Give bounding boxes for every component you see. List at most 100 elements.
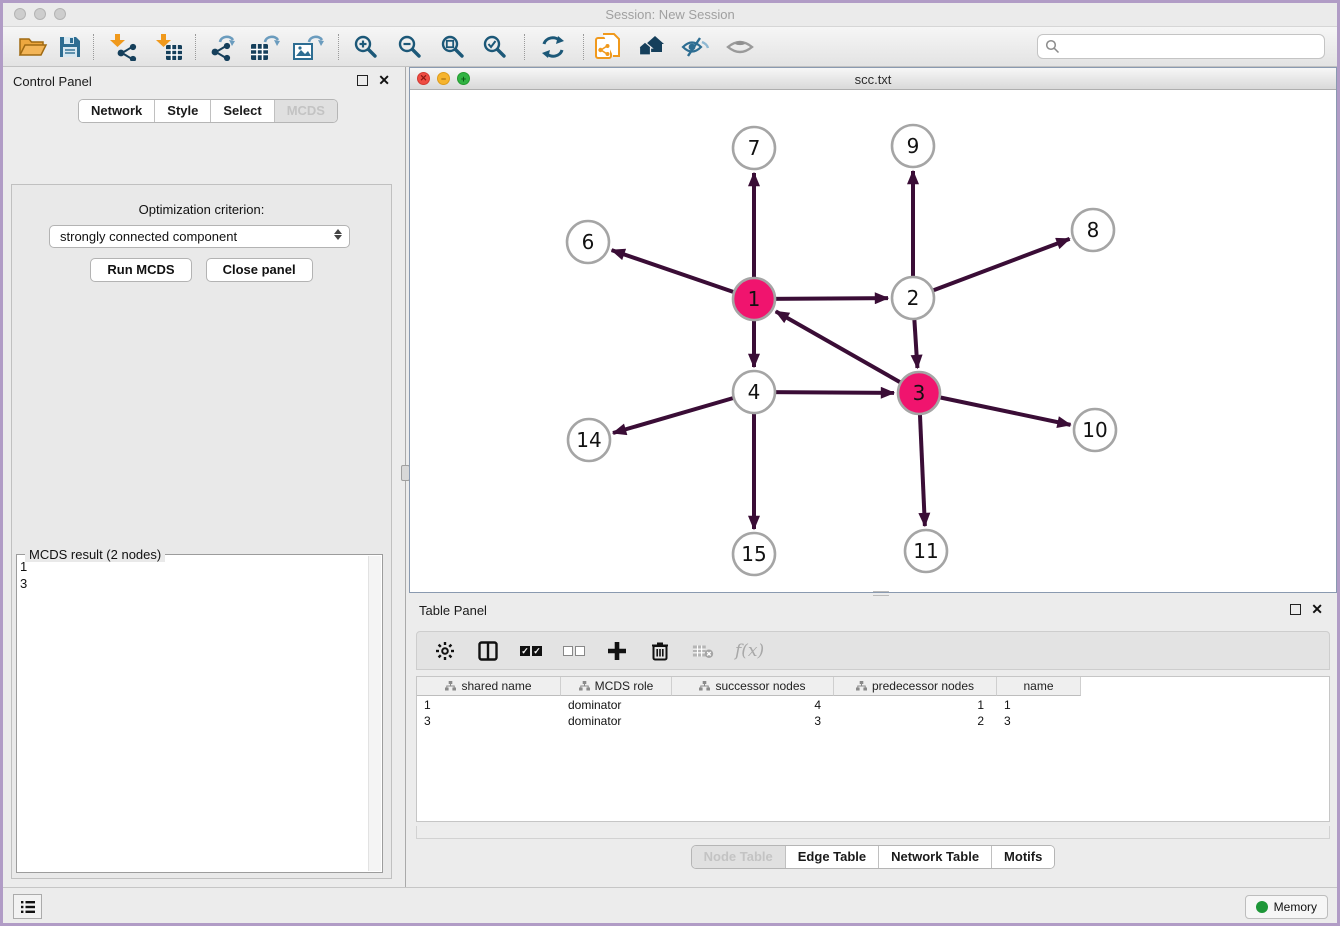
graph-edge-4-14[interactable] — [613, 397, 738, 433]
refresh-icon[interactable] — [536, 33, 570, 61]
column-type-icon — [699, 681, 710, 691]
tab-network[interactable]: Network — [79, 100, 155, 122]
svg-text:9: 9 — [907, 134, 920, 158]
function-builder-icon: f(x) — [735, 641, 764, 661]
graph-node-14[interactable]: 14 — [568, 419, 610, 461]
add-column-icon[interactable] — [606, 640, 628, 662]
graph-node-4[interactable]: 4 — [733, 371, 775, 413]
zoom-in-icon[interactable] — [349, 33, 383, 61]
select-all-icon[interactable]: ✓✓ — [520, 640, 542, 662]
result-scrollbar[interactable] — [368, 556, 381, 871]
graph-node-1[interactable]: 1 — [733, 278, 775, 320]
control-panel-header: Control Panel ✕ — [3, 67, 405, 95]
table-row[interactable]: 3dominator323 — [417, 713, 1081, 729]
graph-edge-2-8[interactable] — [929, 239, 1070, 292]
column-header-successor-nodes[interactable]: successor nodes — [672, 677, 834, 696]
home-icon[interactable] — [635, 33, 669, 61]
table-float-icon[interactable] — [1290, 604, 1301, 615]
table-panel: Table Panel ✕ ✓✓ f( — [409, 598, 1337, 887]
columns-icon[interactable] — [477, 640, 499, 662]
delete-column-icon[interactable] — [649, 640, 671, 662]
zoom-fit-icon[interactable] — [436, 33, 470, 61]
graph-edge-3-11[interactable] — [920, 410, 925, 526]
cell-shared_name[interactable]: 1 — [417, 697, 561, 713]
graph-node-9[interactable]: 9 — [892, 125, 934, 167]
column-header-predecessor-nodes[interactable]: predecessor nodes — [834, 677, 997, 696]
table-hscrollbar[interactable] — [416, 826, 1330, 839]
cell-mcds_role[interactable]: dominator — [561, 713, 672, 729]
search-field[interactable] — [1037, 34, 1325, 59]
table-tabs-row: Node Table Edge Table Network Table Moti… — [409, 845, 1337, 869]
open-file-icon[interactable] — [16, 33, 50, 61]
cell-successor_nodes[interactable]: 3 — [672, 713, 834, 729]
tab-node-table[interactable]: Node Table — [692, 846, 786, 868]
graph-edge-4-3[interactable] — [771, 392, 894, 393]
frame-resize-handle[interactable] — [873, 591, 889, 596]
cell-shared_name[interactable]: 3 — [417, 713, 561, 729]
zoom-selected-icon[interactable] — [478, 33, 512, 61]
export-image-icon[interactable] — [291, 33, 325, 61]
tab-select[interactable]: Select — [211, 100, 274, 122]
graph-edge-3-1[interactable] — [776, 311, 905, 384]
memory-status-icon — [1256, 901, 1268, 913]
save-session-icon[interactable] — [53, 33, 87, 61]
graph-node-3[interactable]: 3 — [898, 372, 940, 414]
search-input[interactable] — [1060, 39, 1324, 54]
table-settings-icon[interactable] — [434, 640, 456, 662]
svg-text:4: 4 — [748, 380, 761, 404]
run-mcds-button[interactable]: Run MCDS — [90, 258, 191, 282]
export-network-icon[interactable] — [206, 33, 240, 61]
cell-predecessor_nodes[interactable]: 2 — [834, 713, 997, 729]
network-window-titlebar[interactable]: ✕ − + scc.txt — [410, 68, 1336, 90]
select-stepper-icon — [334, 229, 342, 240]
graph-node-15[interactable]: 15 — [733, 533, 775, 575]
cell-predecessor_nodes[interactable]: 1 — [834, 697, 997, 713]
tab-network-table[interactable]: Network Table — [879, 846, 992, 868]
export-table-icon[interactable] — [248, 33, 282, 61]
network-canvas[interactable]: 7 9 6 8 1 2 4 3 14 10 15 11 — [410, 90, 1336, 592]
graph-node-2[interactable]: 2 — [892, 277, 934, 319]
network-file-icon[interactable] — [591, 33, 625, 61]
tab-style[interactable]: Style — [155, 100, 211, 122]
table-panel-title: Table Panel — [419, 603, 487, 618]
criterion-select[interactable]: strongly connected component — [49, 225, 350, 248]
graph-edge-1-2[interactable] — [771, 298, 888, 299]
graph-node-7[interactable]: 7 — [733, 127, 775, 169]
cell-mcds_role[interactable]: dominator — [561, 697, 672, 713]
network-graph[interactable]: 7 9 6 8 1 2 4 3 14 10 15 11 — [410, 90, 1336, 593]
window-titlebar: Session: New Session — [3, 3, 1337, 27]
column-header-MCDS-role[interactable]: MCDS role — [561, 677, 672, 696]
memory-button[interactable]: Memory — [1245, 895, 1328, 919]
table-close-icon[interactable]: ✕ — [1311, 601, 1323, 617]
task-history-button[interactable] — [13, 894, 42, 919]
graph-edge-1-6[interactable] — [612, 250, 738, 293]
float-panel-icon[interactable] — [357, 75, 368, 86]
toolbar-separator — [583, 34, 584, 60]
cell-name[interactable]: 1 — [997, 697, 1081, 713]
tab-motifs[interactable]: Motifs — [992, 846, 1054, 868]
tab-edge-table[interactable]: Edge Table — [786, 846, 879, 868]
cell-name[interactable]: 3 — [997, 713, 1081, 729]
graph-node-8[interactable]: 8 — [1072, 209, 1114, 251]
table-row[interactable]: 1dominator411 — [417, 697, 1081, 713]
mcds-result-text[interactable]: 1 3 — [20, 558, 366, 869]
column-header-name[interactable]: name — [997, 677, 1081, 696]
import-table-icon[interactable] — [152, 33, 186, 61]
graph-edge-2-3[interactable] — [914, 315, 917, 368]
graph-edge-3-10[interactable] — [936, 396, 1071, 424]
close-panel-icon[interactable]: ✕ — [378, 72, 390, 88]
list-icon — [20, 900, 36, 914]
hide-labels-icon[interactable] — [678, 33, 712, 61]
column-header-shared-name[interactable]: shared name — [417, 677, 561, 696]
show-graphics-icon[interactable] — [723, 33, 757, 61]
cell-successor_nodes[interactable]: 4 — [672, 697, 834, 713]
tab-mcds[interactable]: MCDS — [275, 100, 337, 122]
mcds-buttons-row: Run MCDS Close panel — [12, 258, 391, 282]
graph-node-6[interactable]: 6 — [567, 221, 609, 263]
import-network-icon[interactable] — [106, 33, 140, 61]
graph-node-10[interactable]: 10 — [1074, 409, 1116, 451]
close-panel-button[interactable]: Close panel — [206, 258, 313, 282]
zoom-out-icon[interactable] — [393, 33, 427, 61]
graph-node-11[interactable]: 11 — [905, 530, 947, 572]
deselect-all-icon[interactable] — [563, 640, 585, 662]
